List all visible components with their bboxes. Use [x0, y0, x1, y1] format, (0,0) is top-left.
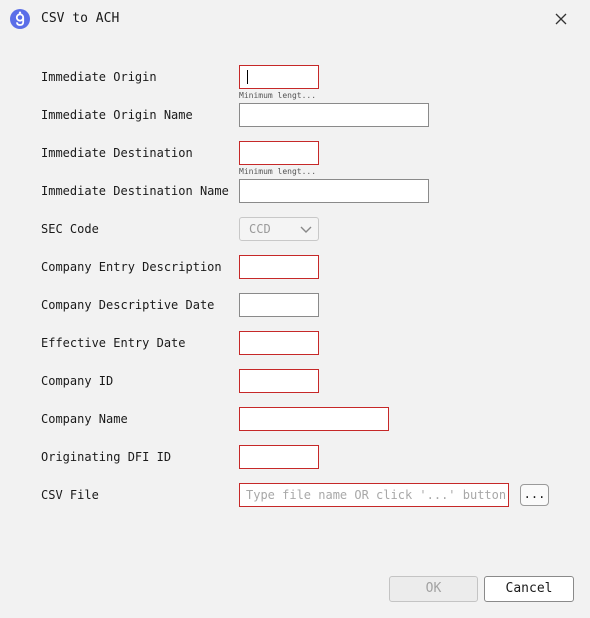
effective-entry-date-label: Effective Entry Date [41, 336, 186, 350]
immediate-destination-label: Immediate Destination [41, 146, 193, 160]
chevron-down-icon [300, 224, 312, 238]
immediate-origin-input[interactable] [239, 65, 319, 89]
originating-dfi-id-label: Originating DFI ID [41, 450, 172, 464]
title-bar: CSV to ACH [0, 0, 590, 38]
sec-code-value: CCD [249, 222, 271, 236]
close-icon[interactable] [548, 6, 574, 32]
immediate-origin-label: Immediate Origin [41, 70, 157, 84]
browse-button[interactable]: ... [520, 484, 549, 506]
text-caret [247, 70, 248, 84]
immediate-origin-name-label: Immediate Origin Name [41, 108, 193, 122]
csv-file-label: CSV File [41, 488, 99, 502]
ok-button[interactable]: OK [389, 576, 478, 602]
window-title: CSV to ACH [41, 11, 120, 26]
company-entry-description-label: Company Entry Description [41, 260, 222, 274]
sec-code-label: SEC Code [41, 222, 99, 236]
company-name-label: Company Name [41, 412, 128, 426]
sec-code-select[interactable]: CCD [239, 217, 319, 241]
csv-file-input[interactable]: Type file name OR click '...' button [239, 483, 509, 507]
company-id-input[interactable] [239, 369, 319, 393]
originating-dfi-id-input[interactable] [239, 445, 319, 469]
immediate-destination-input[interactable] [239, 141, 319, 165]
immediate-destination-name-label: Immediate Destination Name [41, 184, 229, 198]
immediate-origin-name-input[interactable] [239, 103, 429, 127]
company-descriptive-date-input[interactable] [239, 293, 319, 317]
cancel-button[interactable]: Cancel [484, 576, 574, 602]
immediate-destination-hint: Minimum lengt... [239, 167, 317, 176]
company-name-input[interactable] [239, 407, 389, 431]
immediate-origin-hint: Minimum lengt... [239, 91, 317, 100]
company-entry-description-input[interactable] [239, 255, 319, 279]
effective-entry-date-input[interactable] [239, 331, 319, 355]
company-id-label: Company ID [41, 374, 114, 388]
immediate-destination-name-input[interactable] [239, 179, 429, 203]
app-logo-icon [10, 9, 30, 29]
csv-file-placeholder: Type file name OR click '...' button [246, 488, 507, 502]
company-descriptive-date-label: Company Descriptive Date [41, 298, 215, 312]
